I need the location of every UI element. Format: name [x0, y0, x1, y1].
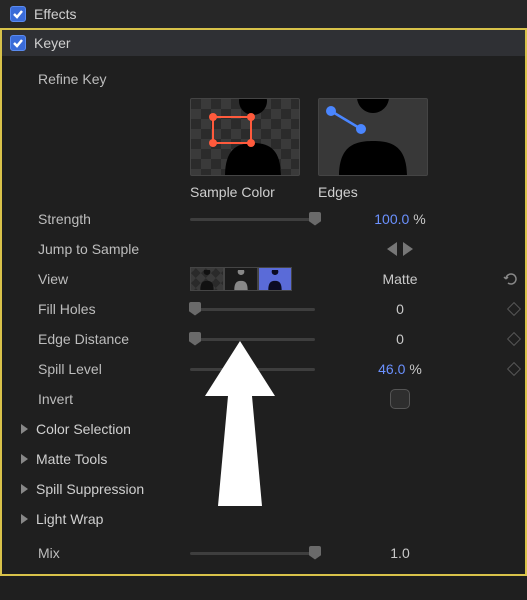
- view-mode-matte[interactable]: [224, 267, 258, 291]
- color-selection-group[interactable]: Color Selection: [2, 414, 525, 444]
- view-value[interactable]: Matte: [382, 271, 417, 287]
- fill-holes-value[interactable]: 0: [396, 301, 404, 317]
- spill-level-slider[interactable]: [190, 368, 315, 371]
- sample-color-well[interactable]: [190, 98, 300, 176]
- fill-holes-slider[interactable]: [190, 308, 315, 311]
- disclosure-triangle-icon: [21, 424, 28, 434]
- view-mode-toggle[interactable]: [190, 267, 292, 291]
- light-wrap-group[interactable]: Light Wrap: [2, 504, 525, 534]
- disclosure-triangle-icon: [21, 454, 28, 464]
- view-mode-original[interactable]: [258, 267, 292, 291]
- edge-distance-value[interactable]: 0: [396, 331, 404, 347]
- effects-panel: Effects Keyer Refine Key: [0, 0, 527, 576]
- mix-slider[interactable]: [190, 552, 315, 555]
- keyer-checkbox[interactable]: [10, 35, 26, 51]
- refine-key-label: Refine Key: [38, 71, 190, 87]
- view-reset-button[interactable]: [503, 272, 519, 286]
- edge-distance-label: Edge Distance: [38, 331, 190, 347]
- spill-level-label: Spill Level: [38, 361, 190, 377]
- disclosure-triangle-icon: [21, 514, 28, 524]
- spill-suppression-group[interactable]: Spill Suppression: [2, 474, 525, 504]
- view-label: View: [38, 271, 190, 287]
- sample-color-label: Sample Color: [190, 184, 275, 200]
- invert-checkbox[interactable]: [390, 389, 410, 409]
- strength-label: Strength: [38, 211, 190, 227]
- fill-holes-keyframe[interactable]: [507, 302, 521, 316]
- effects-checkbox[interactable]: [10, 6, 26, 22]
- edges-well[interactable]: [318, 98, 428, 176]
- view-mode-composite[interactable]: [190, 267, 224, 291]
- strength-value[interactable]: 100.0%: [340, 211, 460, 227]
- effects-header: Effects: [0, 0, 527, 28]
- fill-holes-label: Fill Holes: [38, 301, 190, 317]
- jump-label: Jump to Sample: [38, 241, 190, 257]
- keyer-header[interactable]: Keyer: [0, 28, 527, 56]
- effects-label: Effects: [34, 6, 77, 22]
- mix-value[interactable]: 1.0: [390, 545, 409, 561]
- strength-slider[interactable]: [190, 218, 315, 221]
- refine-key-thumbs: Sample Color Edges: [190, 92, 525, 204]
- edge-distance-slider[interactable]: [190, 338, 315, 341]
- invert-label: Invert: [38, 391, 190, 407]
- disclosure-triangle-icon: [21, 484, 28, 494]
- mix-label: Mix: [38, 545, 190, 561]
- matte-tools-group[interactable]: Matte Tools: [2, 444, 525, 474]
- jump-prev-button[interactable]: [387, 242, 397, 256]
- spill-level-keyframe[interactable]: [507, 362, 521, 376]
- keyer-body: Refine Key Sample Color: [0, 56, 527, 576]
- keyer-label: Keyer: [34, 35, 71, 51]
- edges-label: Edges: [318, 184, 358, 200]
- spill-level-value[interactable]: 46.0%: [340, 361, 460, 377]
- jump-next-button[interactable]: [403, 242, 413, 256]
- edge-distance-keyframe[interactable]: [507, 332, 521, 346]
